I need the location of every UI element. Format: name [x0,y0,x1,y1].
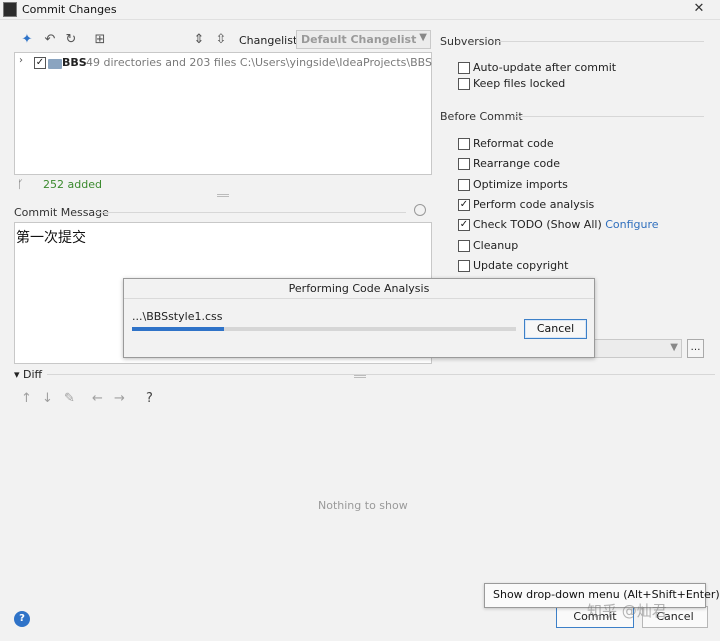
checkbox[interactable] [458,138,470,150]
option-label: Rearrange code [473,157,560,170]
code-analysis-dialog: Performing Code Analysis ...\BBSstyle1.c… [123,278,595,358]
option-label: Optimize imports [473,178,568,191]
edit-pencil-icon[interactable]: ✎ [64,391,75,406]
empty-diff-text: Nothing to show [318,499,408,512]
option-label: Auto-update after commit [473,61,617,74]
branch-icon: ᚴ [17,178,24,191]
commit-message-label: Commit Message [14,206,109,219]
arrow-up-icon[interactable]: ↑ [21,391,32,406]
checkbox[interactable] [458,62,470,74]
watermark: 知乎 @灿君 [587,602,667,620]
configure-link[interactable]: Configure [605,218,658,231]
group-by-icon[interactable]: ⊞ [92,32,108,48]
changelist-label: Changelist: [239,34,301,47]
commit-message-text: 第一次提交 [16,230,86,246]
expand-all-icon[interactable]: ⇕ [191,32,207,48]
arrow-right-icon[interactable]: → [114,391,125,406]
checkbox[interactable] [458,158,470,170]
close-icon[interactable]: ✕ [686,0,712,18]
subversion-title: Subversion [440,35,502,48]
added-count: 252 added [43,178,102,191]
sync-icon[interactable]: ↻ [63,32,79,48]
option-label: Reformat code [473,137,554,150]
splitter-grip[interactable] [217,194,229,197]
root-checkbox[interactable]: ✓ [34,57,46,69]
chevron-down-icon: ▼ [419,32,427,43]
history-clock-icon[interactable] [414,204,426,216]
divider [47,374,715,375]
option-label: Update copyright [473,259,569,272]
refresh-spark-icon[interactable]: ✦ [19,32,35,48]
arrow-down-icon[interactable]: ↓ [42,391,53,406]
help-icon[interactable]: ? [14,611,30,627]
checkbox[interactable] [458,260,470,272]
before-commit-title: Before Commit [440,110,523,123]
tree-root-label: BBS [62,56,87,69]
tree-row-root[interactable]: › ✓ BBS 49 directories and 203 files C:\… [17,55,432,71]
divider [514,116,704,117]
splitter-grip[interactable] [354,375,366,378]
browse-button[interactable]: … [687,339,704,358]
option-label: Keep files locked [473,77,566,90]
progress-fill [132,327,225,331]
checkbox-checked[interactable]: ✓ [458,219,470,231]
window-title: Commit Changes [22,3,117,16]
dialog-cancel-button[interactable]: Cancel [524,319,587,339]
collapse-all-icon[interactable]: ⇳ [213,32,229,48]
option-label: Perform code analysis [473,198,595,211]
title-bar: Commit Changes ✕ [0,0,720,20]
undo-icon[interactable]: ↶ [42,32,58,48]
checkbox[interactable] [458,240,470,252]
dialog-title: Performing Code Analysis [124,279,594,299]
changelist-select[interactable]: Default Changelist ▼ [296,30,431,49]
check-todo-label: Check TODO (Show All) [473,218,602,231]
checkbox[interactable] [458,179,470,191]
diff-toggle[interactable]: ▾ Diff [14,368,42,381]
divider [96,212,406,213]
help-question-icon[interactable]: ? [146,391,153,406]
current-file: ...\BBSstyle1.css [132,310,223,323]
chevron-down-icon: ▾ [14,368,24,381]
chevron-down-icon: ▼ [670,342,678,353]
progress-bar [132,327,516,331]
divider [496,41,704,42]
option-label: Cleanup [473,239,519,252]
arrow-left-icon[interactable]: ← [92,391,103,406]
checkbox-checked[interactable]: ✓ [458,199,470,211]
chevron-right-icon[interactable]: › [19,55,23,66]
folder-icon [48,59,62,69]
diff-label: Diff [23,368,43,381]
checkbox[interactable] [458,78,470,90]
changes-tree[interactable]: › ✓ BBS 49 directories and 203 files C:\… [14,52,432,175]
changelist-value: Default Changelist [301,33,417,46]
tree-root-details: 49 directories and 203 files C:\Users\yi… [86,56,432,69]
app-icon [3,2,17,17]
option-label: Check TODO (Show All) Configure [473,218,659,231]
